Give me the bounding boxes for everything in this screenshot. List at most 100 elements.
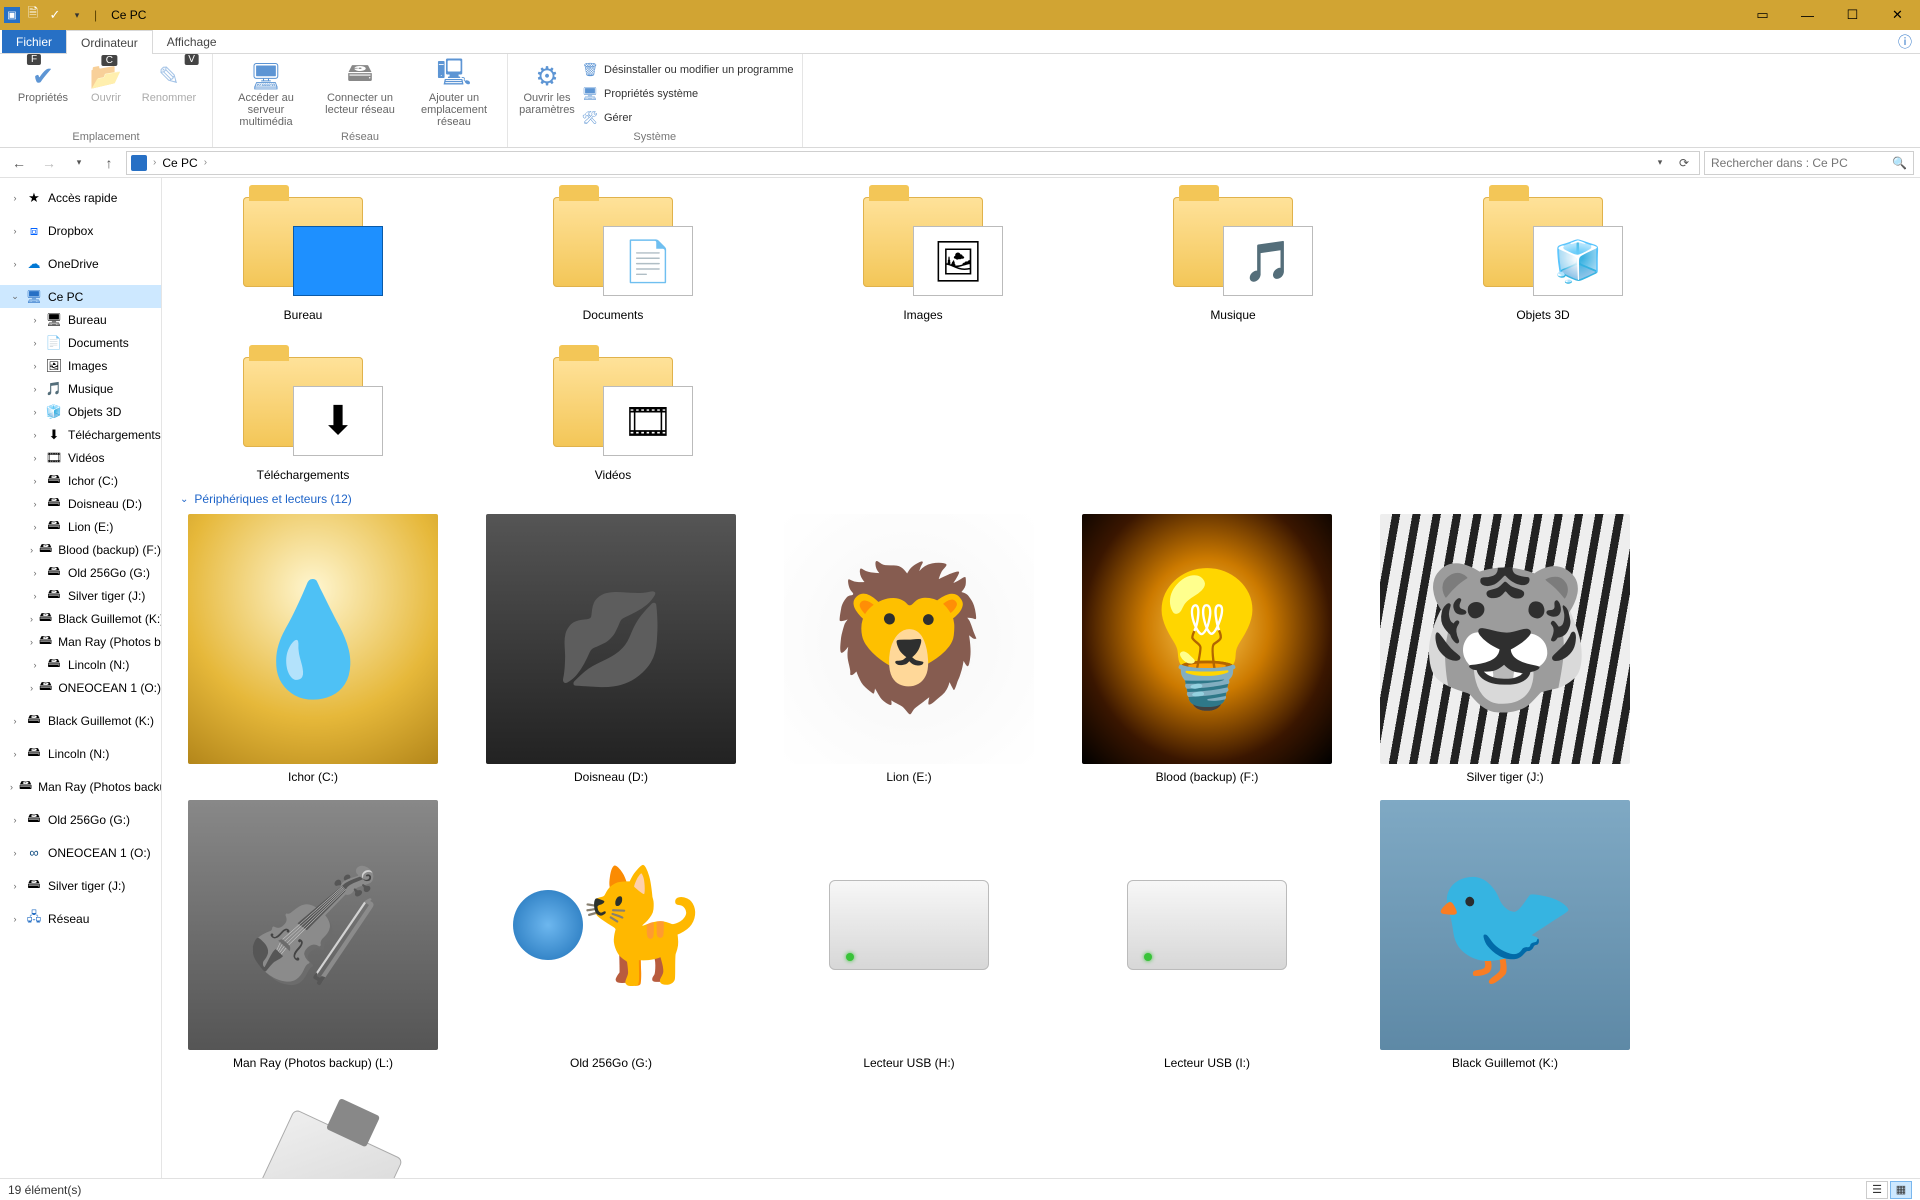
folder-label: Images <box>903 302 942 322</box>
folder-tile[interactable]: Bureau <box>178 182 428 322</box>
ribbon-add-network[interactable]: 🖳 Ajouter un emplacement réseau <box>409 58 499 129</box>
ribbon-properties[interactable]: ✔ Propriétés <box>8 58 78 129</box>
sidebar-item[interactable]: ›🎞Vidéos <box>0 446 161 469</box>
drive-tile[interactable]: 🐦Black Guillemot (K:) <box>1370 800 1640 1070</box>
folder-tile[interactable]: 🧊Objets 3D <box>1418 182 1668 322</box>
folder-tile[interactable]: ⬇Téléchargements <box>178 342 428 482</box>
sidebar-quick-access-label: Accès rapide <box>48 191 117 205</box>
qat-new-icon[interactable]: 🗎 <box>24 5 42 25</box>
keytip-view: V <box>184 54 199 65</box>
sidebar-silvertiger-2[interactable]: ›🖴Silver tiger (J:) <box>0 874 161 897</box>
drive-tile[interactable]: 🎻Man Ray (Photos backup) (L:) <box>178 800 448 1070</box>
ribbon-group-network-label: Réseau <box>221 129 499 147</box>
folder-tile[interactable]: 🖼Images <box>798 182 1048 322</box>
drive-tile[interactable]: 🐈Old 256Go (G:) <box>476 800 746 1070</box>
search-input[interactable] <box>1711 156 1892 170</box>
sidebar-item[interactable]: ›🖴Doisneau (D:) <box>0 492 161 515</box>
sidebar-item[interactable]: ›🖴Ichor (C:) <box>0 469 161 492</box>
folder-tile[interactable]: 🎞Vidéos <box>488 342 738 482</box>
sidebar-manray-2[interactable]: ›🖴Man Ray (Photos backup) (L:) <box>0 775 161 798</box>
search-box[interactable]: 🔍 <box>1704 151 1914 175</box>
sidebar-thispc[interactable]: ⌄🖥Ce PC <box>0 285 161 308</box>
sidebar-item[interactable]: ›🖥Bureau <box>0 308 161 331</box>
tab-computer[interactable]: Ordinateur C <box>66 30 153 54</box>
nav-back[interactable]: ← <box>6 150 32 176</box>
nav-up[interactable]: ↑ <box>96 150 122 176</box>
window-title: Ce PC <box>105 8 146 22</box>
ribbon-uninstall[interactable]: 🗑Désinstaller ou modifier un programme <box>582 60 794 80</box>
sidebar-item[interactable]: ›🎵Musique <box>0 377 161 400</box>
minimize-button[interactable]: — <box>1785 0 1830 30</box>
view-details-button[interactable]: ☰ <box>1866 1181 1888 1199</box>
drive-tile[interactable]: 💧Ichor (C:) <box>178 514 448 784</box>
ribbon-manage[interactable]: 🛠Gérer <box>582 108 794 128</box>
ribbon-system-props[interactable]: 🖥Propriétés système <box>582 84 794 104</box>
sidebar-black-guillemot-2[interactable]: ›🖴Black Guillemot (K:) <box>0 709 161 732</box>
maximize-button[interactable]: ☐ <box>1830 0 1875 30</box>
dropbox-icon: ⧈ <box>26 223 42 239</box>
sidebar-dropbox[interactable]: ›⧈Dropbox <box>0 219 161 242</box>
address-dropdown[interactable]: ▾ <box>1649 156 1671 170</box>
sidebar-item[interactable]: ›🖴Black Guillemot (K:) <box>0 607 161 630</box>
ribbon-media-server-label: Accéder au serveur multimédia <box>221 92 311 128</box>
section-devices-header[interactable]: ⌄ Périphériques et lecteurs (12) <box>178 482 1904 514</box>
sidebar-lincoln-2[interactable]: ›🖴Lincoln (N:) <box>0 742 161 765</box>
item-icon: ⬇ <box>46 427 62 443</box>
sidebar-item[interactable]: ›🖴Man Ray (Photos backup) (L:) <box>0 630 161 653</box>
view-tiles-button[interactable]: ▦ <box>1890 1181 1912 1199</box>
sidebar-item[interactable]: ›🖴ONEOCEAN 1 (O:) <box>0 676 161 699</box>
sidebar-item[interactable]: ›🖴Lion (E:) <box>0 515 161 538</box>
sidebar-item[interactable]: ›🖴Lincoln (N:) <box>0 653 161 676</box>
ribbon-group-location: ✔ Propriétés 📂 Ouvrir ✎ Renommer Emplace… <box>0 54 213 147</box>
tab-view[interactable]: Affichage V <box>153 30 231 53</box>
drive-tile[interactable]: ∞ONEOCEAN 1 (O:) <box>476 1086 746 1178</box>
drive-tile[interactable]: 💡Blood (backup) (F:) <box>1072 514 1342 784</box>
sidebar-item[interactable]: ›🖴Blood (backup) (F:) <box>0 538 161 561</box>
ribbon-help-icon[interactable]: ⓘ <box>1890 30 1920 53</box>
drive-tile[interactable]: 💋Doisneau (D:) <box>476 514 746 784</box>
qat-properties-icon[interactable]: ✓ <box>46 5 64 25</box>
ribbon-open-settings[interactable]: ⚙ Ouvrir les paramètres <box>516 58 578 129</box>
close-button[interactable]: ✕ <box>1875 0 1920 30</box>
sidebar-item[interactable]: ›🖼Images <box>0 354 161 377</box>
item-view[interactable]: Bureau 📄Documents 🖼Images 🎵Musique 🧊Objets 3… <box>162 178 1920 1178</box>
sidebar-item[interactable]: ›🧊Objets 3D <box>0 400 161 423</box>
address-box[interactable]: › Ce PC › ▾ ⟳ <box>126 151 1700 175</box>
address-refresh[interactable]: ⟳ <box>1673 156 1695 170</box>
drive-tile[interactable]: Lincoln (N:) <box>178 1086 448 1178</box>
folder-tile[interactable]: 🎵Musique <box>1108 182 1358 322</box>
breadcrumb-root[interactable]: Ce PC <box>162 156 197 170</box>
ribbon: ✔ Propriétés 📂 Ouvrir ✎ Renommer Emplace… <box>0 54 1920 148</box>
ribbon-rename[interactable]: ✎ Renommer <box>134 58 204 129</box>
ribbon-rename-label: Renommer <box>142 92 196 104</box>
system-props-icon: 🖥 <box>582 86 598 102</box>
manage-icon: 🛠 <box>582 110 598 126</box>
ribbon-display-options[interactable]: ▭ <box>1740 0 1785 30</box>
folder-label: Téléchargements <box>257 462 350 482</box>
sidebar-quick-access[interactable]: ›★Accès rapide <box>0 186 161 209</box>
navigation-pane[interactable]: ›★Accès rapide ›⧈Dropbox ›☁OneDrive ⌄🖥Ce… <box>0 178 162 1178</box>
ribbon-open[interactable]: 📂 Ouvrir <box>82 58 130 129</box>
drive-tile[interactable]: Lecteur USB (H:) <box>774 800 1044 1070</box>
sidebar-item[interactable]: ›🖴Silver tiger (J:) <box>0 584 161 607</box>
tab-file[interactable]: Fichier F <box>2 30 66 53</box>
sidebar-oneocean-2[interactable]: ›∞ONEOCEAN 1 (O:) <box>0 841 161 864</box>
qat-dropdown-icon[interactable]: ▾ <box>68 5 86 25</box>
sidebar-old256-2[interactable]: ›🖴Old 256Go (G:) <box>0 808 161 831</box>
sidebar-network[interactable]: ›🖧Réseau <box>0 907 161 930</box>
sidebar-item[interactable]: ›📄Documents <box>0 331 161 354</box>
sidebar-item[interactable]: ›⬇Téléchargements <box>0 423 161 446</box>
drive-tile[interactable]: 🐯Silver tiger (J:) <box>1370 514 1640 784</box>
drive-tile[interactable]: 🦁Lion (E:) <box>774 514 1044 784</box>
sidebar-item-label: Images <box>68 359 107 373</box>
folder-tile[interactable]: 📄Documents <box>488 182 738 322</box>
drive-tile[interactable]: Lecteur USB (I:) <box>1072 800 1342 1070</box>
ribbon-map-drive[interactable]: 🖴 Connecter un lecteur réseau <box>315 58 405 129</box>
ribbon-open-settings-label: Ouvrir les paramètres <box>516 92 578 116</box>
ribbon-media-server[interactable]: 🖥 Accéder au serveur multimédia <box>221 58 311 129</box>
sidebar-onedrive[interactable]: ›☁OneDrive <box>0 252 161 275</box>
nav-recent-dropdown[interactable]: ▾ <box>66 150 92 176</box>
sidebar-item[interactable]: ›🖴Old 256Go (G:) <box>0 561 161 584</box>
nav-forward[interactable]: → <box>36 150 62 176</box>
sidebar-item-label: Old 256Go (G:) <box>48 813 130 827</box>
